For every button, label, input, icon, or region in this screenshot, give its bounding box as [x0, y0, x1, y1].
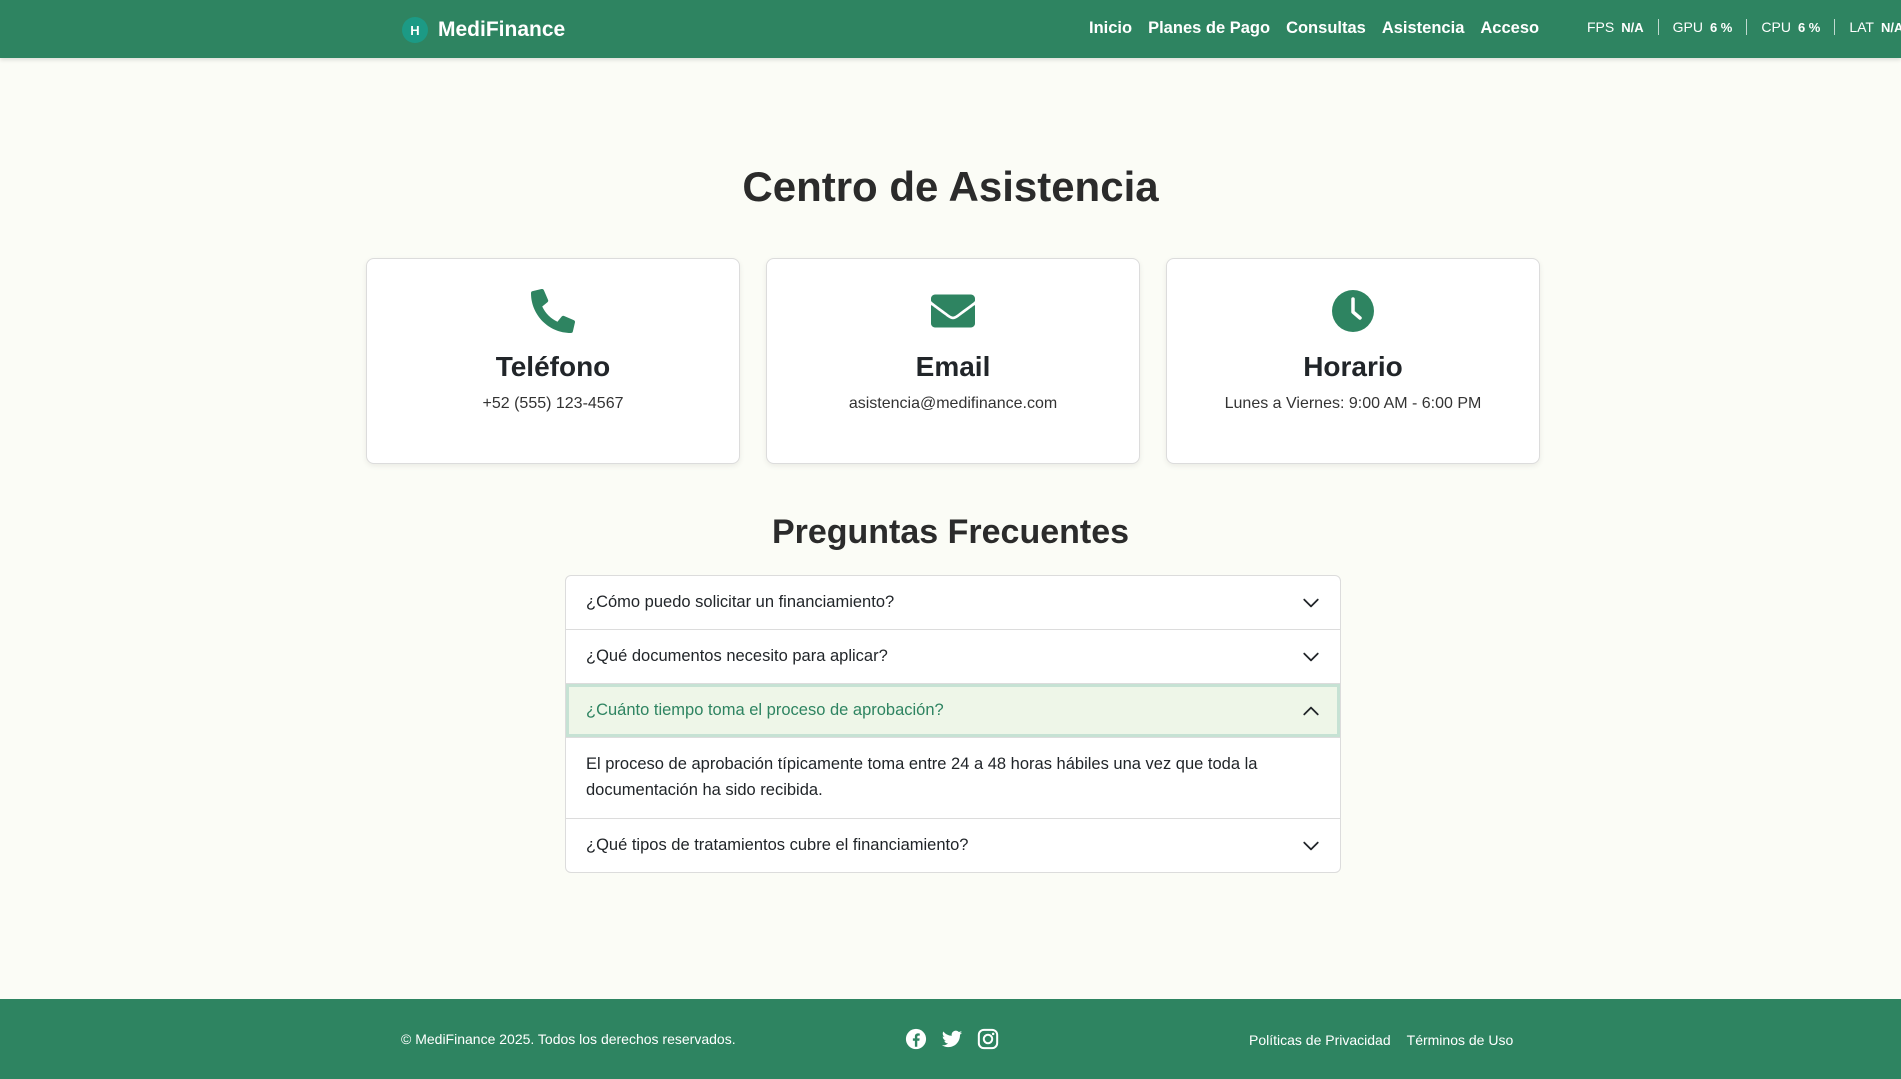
- perf-label: LAT: [1849, 19, 1874, 35]
- faq-item: ¿Qué tipos de tratamientos cubre el fina…: [566, 818, 1340, 872]
- nav-link-planes-de-pago[interactable]: Planes de Pago: [1148, 19, 1270, 38]
- facebook-icon[interactable]: [905, 1028, 927, 1050]
- chevron-down-icon: [1303, 652, 1319, 661]
- card-text: +52 (555) 123-4567: [482, 395, 624, 412]
- perf-label: FPS: [1587, 19, 1615, 35]
- perf-value: 6 %: [1709, 19, 1733, 35]
- faq-question: ¿Cómo puedo solicitar un financiamiento?: [586, 593, 895, 611]
- contact-card-schedule: Horario Lunes a Viernes: 9:00 AM - 6:00 …: [1166, 258, 1540, 464]
- faq-question: ¿Qué documentos necesito para aplicar?: [586, 647, 888, 665]
- brand[interactable]: H MediFinance: [402, 17, 565, 43]
- faq-item-open: ¿Cuánto tiempo toma el proceso de aproba…: [566, 683, 1340, 818]
- card-text: Lunes a Viernes: 9:00 AM - 6:00 PM: [1224, 395, 1482, 412]
- faq-answer: El proceso de aprobación típicamente tom…: [566, 737, 1340, 818]
- card-text: asistencia@medifinance.com: [848, 395, 1058, 412]
- copyright-text: © MediFinance 2025. Todos los derechos r…: [401, 1031, 736, 1047]
- faq-title: Preguntas Frecuentes: [771, 513, 1130, 551]
- instagram-icon[interactable]: [977, 1028, 999, 1050]
- faq-question-button[interactable]: ¿Cuánto tiempo toma el proceso de aproba…: [566, 684, 1340, 737]
- navbar: H MediFinance Inicio Planes de Pago Cons…: [0, 0, 1901, 58]
- perf-value: N/A: [1621, 19, 1644, 35]
- perf-value: 6 %: [1797, 19, 1821, 35]
- faq-question-button[interactable]: ¿Qué documentos necesito para aplicar?: [566, 630, 1340, 683]
- perf-stat-gpu: GPU 6 %: [1657, 19, 1747, 35]
- faq-question: ¿Cuánto tiempo toma el proceso de aproba…: [586, 701, 944, 719]
- faq-item: ¿Qué documentos necesito para aplicar?: [566, 629, 1340, 683]
- social-links: [905, 1028, 999, 1050]
- twitter-icon[interactable]: [941, 1028, 963, 1050]
- perf-label: GPU: [1672, 19, 1703, 35]
- perf-stat-cpu: CPU 6 %: [1746, 19, 1834, 35]
- faq-item: ¿Cómo puedo solicitar un financiamiento?: [566, 576, 1340, 629]
- chevron-up-icon: [1303, 706, 1319, 715]
- faq-question: ¿Qué tipos de tratamientos cubre el fina…: [586, 836, 969, 854]
- chevron-down-icon: [1303, 841, 1319, 850]
- page-title: Centro de Asistencia: [742, 163, 1159, 210]
- nav-link-consultas[interactable]: Consultas: [1286, 19, 1366, 38]
- faq-question-button[interactable]: ¿Qué tipos de tratamientos cubre el fina…: [566, 819, 1340, 872]
- envelope-icon: [931, 289, 975, 333]
- card-title: Teléfono: [495, 351, 611, 382]
- privacy-policy-link[interactable]: Políticas de Privacidad: [1249, 1032, 1391, 1048]
- card-title: Email: [915, 351, 991, 382]
- terms-of-use-link[interactable]: Términos de Uso: [1407, 1032, 1514, 1048]
- perf-stat-fps: FPS N/A: [1587, 19, 1658, 35]
- contact-cards: Teléfono +52 (555) 123-4567 Email asiste…: [366, 258, 1541, 464]
- perf-stat-lat: LAT N/A: [1834, 19, 1901, 35]
- clock-icon: [1331, 289, 1375, 333]
- perf-label: CPU: [1761, 19, 1791, 35]
- footer: © MediFinance 2025. Todos los derechos r…: [0, 999, 1901, 1079]
- perf-value: N/A: [1880, 19, 1901, 35]
- contact-card-phone: Teléfono +52 (555) 123-4567: [366, 258, 740, 464]
- contact-card-email: Email asistencia@medifinance.com: [766, 258, 1140, 464]
- nav-links: Inicio Planes de Pago Consultas Asistenc…: [1089, 19, 1539, 38]
- faq-accordion: ¿Cómo puedo solicitar un financiamiento?…: [565, 575, 1341, 873]
- footer-links: Políticas de Privacidad Términos de Uso: [1249, 1032, 1513, 1048]
- brand-name: MediFinance: [438, 18, 566, 41]
- nav-link-asistencia[interactable]: Asistencia: [1382, 19, 1465, 38]
- card-title: Horario: [1303, 351, 1403, 382]
- faq-question-button[interactable]: ¿Cómo puedo solicitar un financiamiento?: [566, 576, 1340, 629]
- brand-logo-icon: H: [402, 17, 428, 43]
- nav-link-inicio[interactable]: Inicio: [1089, 19, 1132, 38]
- nav-link-acceso[interactable]: Acceso: [1480, 19, 1539, 38]
- phone-icon: [531, 289, 575, 333]
- performance-overlay: FPS N/A GPU 6 % CPU 6 % LAT N/A: [1587, 19, 1901, 35]
- chevron-down-icon: [1303, 598, 1319, 607]
